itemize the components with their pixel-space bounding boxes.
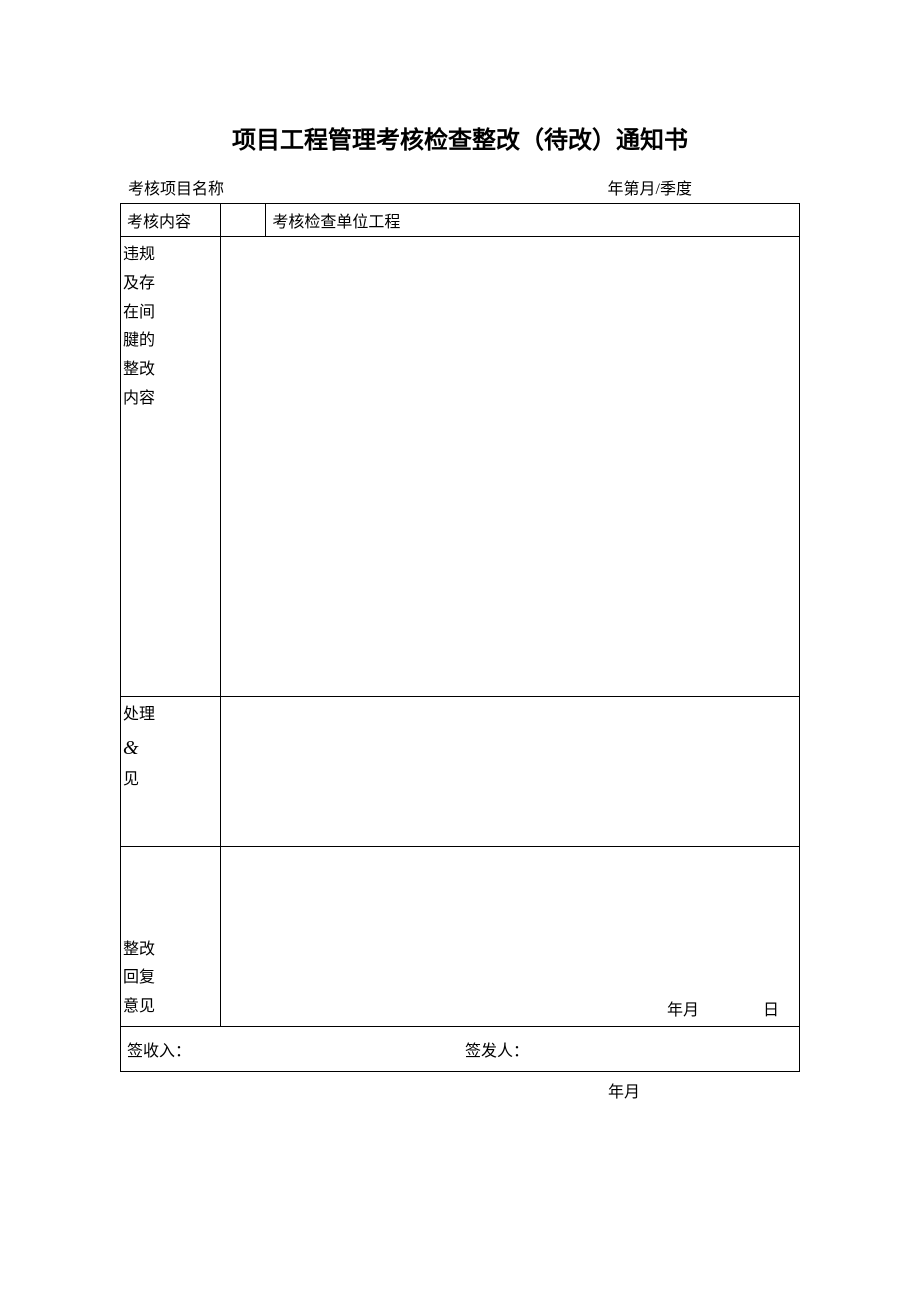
violation-label-line1: 违规 bbox=[123, 241, 218, 270]
violation-label-line4: 腱的 bbox=[123, 327, 218, 356]
examine-unit-label: 考核检查单位工程 bbox=[266, 204, 756, 237]
violation-content bbox=[221, 237, 800, 697]
project-name-label: 考核项目名称 bbox=[128, 175, 224, 199]
reply-label-line1: 整改 bbox=[123, 936, 218, 965]
sign-issuer-label: 签发人： bbox=[455, 1037, 793, 1061]
opinion-label-line3: 见 bbox=[123, 766, 218, 795]
examine-content-value bbox=[221, 204, 266, 237]
violation-label: 违规 及存 在间 腱的 整改 内容 bbox=[121, 237, 221, 697]
violation-label-line6: 内容 bbox=[123, 385, 218, 414]
reply-date-ym: 年月 bbox=[667, 1002, 699, 1019]
reply-date: 年月 日 bbox=[667, 996, 779, 1020]
form-table: 考核内容 考核检查单位工程 违规 及存 在间 腱的 整改 内容 处理 & 见 bbox=[120, 203, 800, 1072]
header-row: 考核项目名称 年第月/季度 bbox=[120, 175, 800, 203]
sign-row: 签收入： 签发人： bbox=[121, 1027, 800, 1072]
reply-content: 年月 日 bbox=[221, 847, 800, 1027]
violation-row: 违规 及存 在间 腱的 整改 内容 bbox=[121, 237, 800, 697]
violation-label-line3: 在间 bbox=[123, 299, 218, 328]
reply-label-line3: 意见 bbox=[123, 993, 218, 1022]
violation-label-line2: 及存 bbox=[123, 270, 218, 299]
examine-content-label: 考核内容 bbox=[121, 204, 221, 237]
reply-label-line2: 回复 bbox=[123, 964, 218, 993]
violation-label-line5: 整改 bbox=[123, 356, 218, 385]
period-label: 年第月/季度 bbox=[224, 175, 792, 199]
footer-date: 年月 bbox=[120, 1072, 800, 1102]
document-title: 项目工程管理考核检查整改（待改）通知书 bbox=[120, 120, 800, 155]
reply-date-d: 日 bbox=[763, 1002, 779, 1019]
reply-row: 整改 回复 意见 年月 日 bbox=[121, 847, 800, 1027]
opinion-label-line2: & bbox=[123, 730, 218, 766]
sign-receiver-label: 签收入： bbox=[127, 1037, 455, 1061]
opinion-row: 处理 & 见 bbox=[121, 697, 800, 847]
opinion-content bbox=[221, 697, 800, 847]
reply-label: 整改 回复 意见 bbox=[121, 847, 221, 1027]
examine-unit-value bbox=[756, 204, 800, 237]
opinion-label: 处理 & 见 bbox=[121, 697, 221, 847]
examine-row: 考核内容 考核检查单位工程 bbox=[121, 204, 800, 237]
opinion-label-line1: 处理 bbox=[123, 701, 218, 730]
